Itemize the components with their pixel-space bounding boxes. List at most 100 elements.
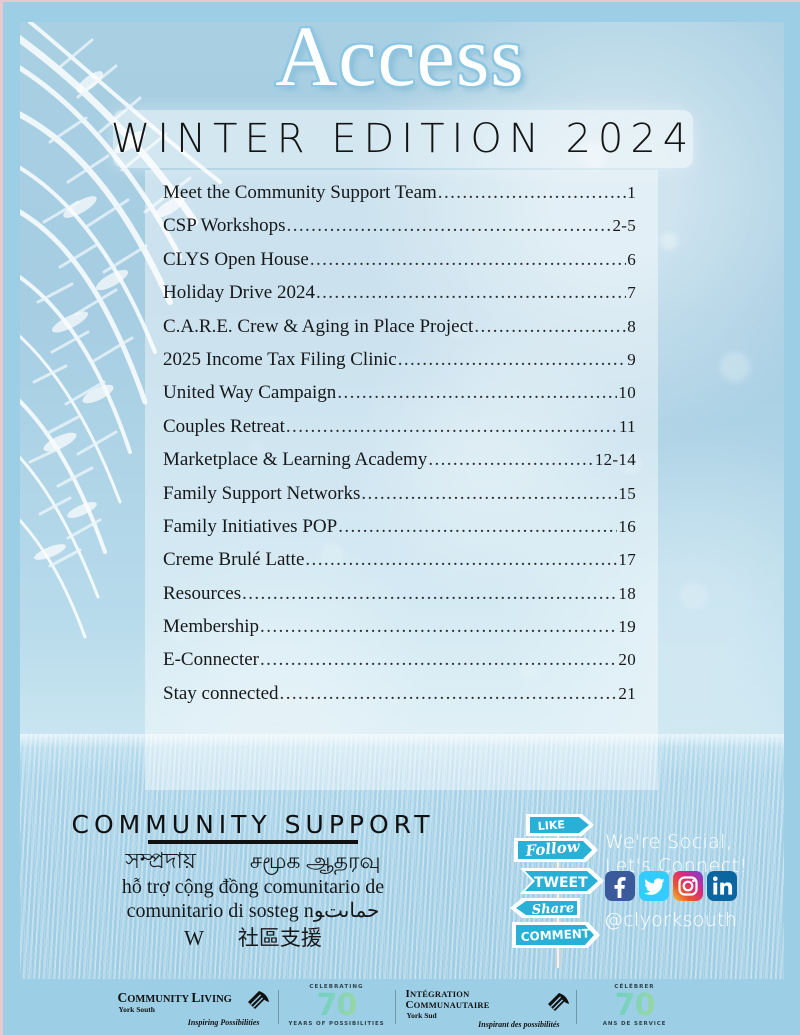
translations-row-4: W 社區支援 (38, 926, 468, 952)
community-living-logo: COMMUNITY LIVING York South Inspiring Po… (108, 987, 278, 1027)
toc-entry[interactable]: Marketplace & Learning Academy .........… (163, 449, 636, 482)
anniversary-badge-fr: CÉLÉBRER 70 ANS DE SERVICE (577, 984, 693, 1027)
anniversary-badge-en: CELEBRATING 70 YEARS OF POSSIBILITIES (279, 984, 395, 1027)
toc-entry-page: 19 (618, 617, 636, 637)
translation-tamil: சமூக ஆதரவு (249, 848, 381, 873)
toc-entry[interactable]: Family Support Networks.................… (163, 483, 636, 516)
toc-entry-page: 21 (618, 683, 636, 703)
toc-entry[interactable]: United Way Campaign.....................… (163, 382, 636, 415)
toc-entry-label: Membership (163, 616, 260, 638)
cl-cap-c: C (117, 990, 128, 1005)
leaf-mark-icon (247, 991, 269, 1009)
toc-dot-leader: ........................................… (337, 382, 618, 402)
toc-entry-label: United Way Campaign (163, 382, 337, 404)
toc-entry[interactable]: Family Initiatives POP .................… (163, 516, 636, 549)
ic-word-integration: NTÉGRATION (409, 989, 470, 999)
toc-dot-leader: ........................................… (279, 682, 618, 702)
toc-entry[interactable]: Membership .............................… (163, 616, 636, 649)
toc-entry-label: Meet the Community Support Team (163, 182, 437, 203)
toc-entry[interactable]: CLYS Open House.........................… (163, 249, 636, 282)
toc-entry-page: 15 (618, 483, 636, 503)
ic-word-communautaire: OMMUNAUTAIRE (413, 1000, 490, 1010)
translation-italian-arabic: comunitario di sosteg nحماىتﻮ (126, 900, 380, 923)
ic-line2: COMMUNAUTAIRE (406, 999, 490, 1011)
toc-entry-label: Creme Brulé Latte (163, 549, 305, 571)
ic-cap-c: C (405, 999, 414, 1011)
signpost-graphic: LIKE Follow TWEET Share COMMENT (506, 812, 611, 972)
leaf-mark-icon (547, 993, 569, 1011)
translation-w-mark: W (184, 925, 204, 950)
table-of-contents: Meet the Community Support Team.........… (145, 170, 658, 790)
toc-dot-leader: ........................................… (305, 549, 618, 569)
anniversary-fr-bottom: ANS DE SERVICE (602, 1020, 667, 1027)
toc-entry-page: 12-14 (594, 450, 636, 470)
social-tagline-line1: We're Social, (605, 831, 733, 853)
toc-entry-page: 9 (627, 349, 636, 369)
bokeh-dot (660, 232, 678, 250)
toc-dot-leader: ........................................… (309, 248, 626, 268)
toc-entry-page: 2-5 (612, 216, 636, 236)
toc-entry[interactable]: Stay connected..........................… (163, 683, 636, 716)
toc-entry-page: 1 (627, 183, 636, 202)
translation-vietnamese-spanish: hỗ trợ cộng đồng comunitario de (121, 875, 385, 898)
toc-entry-label: Family Initiatives POP (163, 515, 338, 537)
instagram-icon[interactable] (673, 871, 703, 901)
integration-communautaire-logo: INTÉGRATION COMMUNAUTAIRE York Sud Inspi… (396, 987, 576, 1029)
toc-dot-leader: ........................................… (242, 582, 618, 602)
toc-entry-page: 7 (627, 283, 636, 303)
community-living-tagline: Inspiring Possibilities (187, 1018, 260, 1027)
toc-dot-leader: ........................................… (286, 215, 612, 235)
toc-entry[interactable]: E-Connecter.............................… (163, 649, 636, 682)
facebook-icon[interactable] (605, 871, 635, 901)
toc-dot-leader: ........................................… (474, 315, 626, 335)
footer-divider (277, 990, 279, 1024)
toc-entry-page: 16 (618, 516, 636, 536)
anniversary-en-number: 70 (289, 990, 385, 1021)
toc-entry[interactable]: Holiday Drive 2024......................… (163, 282, 636, 315)
toc-entry-page: 17 (618, 550, 636, 570)
toc-dot-leader: ........................................… (428, 449, 594, 469)
toc-dot-leader: ........................................… (315, 282, 626, 302)
toc-entry-label: Family Support Networks (163, 482, 361, 504)
toc-entry-label: CSP Workshops (163, 215, 286, 237)
footer-divider (575, 990, 577, 1024)
toc-entry-page: 6 (627, 249, 636, 269)
toc-dot-leader: ........................................… (285, 415, 618, 435)
translation-chinese: 社區支援 (237, 925, 322, 950)
twitter-icon[interactable] (639, 871, 669, 901)
community-living-region: York South (118, 1005, 155, 1014)
toc-entry[interactable]: Couples Retreat.........................… (163, 416, 636, 449)
toc-entry[interactable]: C.A.R.E. Crew & Aging in Place Project..… (163, 316, 636, 349)
community-support-heading: COMMUNITY SUPPORT (71, 810, 435, 839)
anniversary-en-bottom: YEARS OF POSSIBILITIES (288, 1020, 385, 1027)
ic-tagline: Inspirant des possibilités (478, 1020, 560, 1029)
toc-entry[interactable]: Creme Brulé Latte.......................… (163, 549, 636, 582)
community-living-name: COMMUNITY LIVING (118, 991, 232, 1006)
social-handle[interactable]: @clyorksouth (604, 909, 737, 931)
toc-dot-leader: ........................................… (397, 348, 627, 368)
anniversary-fr-number: 70 (587, 990, 683, 1021)
toc-entry-page: 11 (619, 416, 636, 436)
toc-entry[interactable]: Meet the Community Support Team.........… (163, 182, 636, 215)
footer-logo-strip: COMMUNITY LIVING York South Inspiring Po… (0, 979, 800, 1035)
toc-entry[interactable]: Resources...............................… (163, 583, 636, 616)
linkedin-icon[interactable] (707, 871, 737, 901)
cl-cap-l: L (191, 990, 201, 1005)
social-block: LIKE Follow TWEET Share COMMENT We're So… (500, 812, 790, 977)
toc-entry-label: CLYS Open House (163, 248, 309, 270)
toc-entry-page: 10 (618, 383, 636, 403)
toc-dot-leader: ........................................… (437, 182, 626, 201)
translations-row-1: সম্প্রদায় சமூக ஆதரவு (38, 848, 468, 875)
toc-entry-label: E-Connecter (163, 649, 260, 671)
toc-entry-label: Holiday Drive 2024 (163, 282, 315, 304)
toc-dot-leader: ........................................… (338, 515, 618, 535)
community-support-block: COMMUNITY SUPPORT সম্প্রদায় சமூக ஆதரவு … (38, 810, 468, 951)
svg-text:LIKE: LIKE (537, 818, 565, 833)
heading-underline (148, 840, 358, 844)
toc-entry-label: Resources (163, 582, 242, 604)
toc-entry[interactable]: CSP Workshops ..........................… (163, 215, 636, 248)
toc-entry[interactable]: 2025 Income Tax Filing Clinic...........… (163, 349, 636, 382)
toc-entry-label: Marketplace & Learning Academy (163, 449, 428, 471)
ic-region: York Sud (406, 1011, 437, 1020)
cl-word-community: OMMUNITY (127, 994, 192, 1005)
